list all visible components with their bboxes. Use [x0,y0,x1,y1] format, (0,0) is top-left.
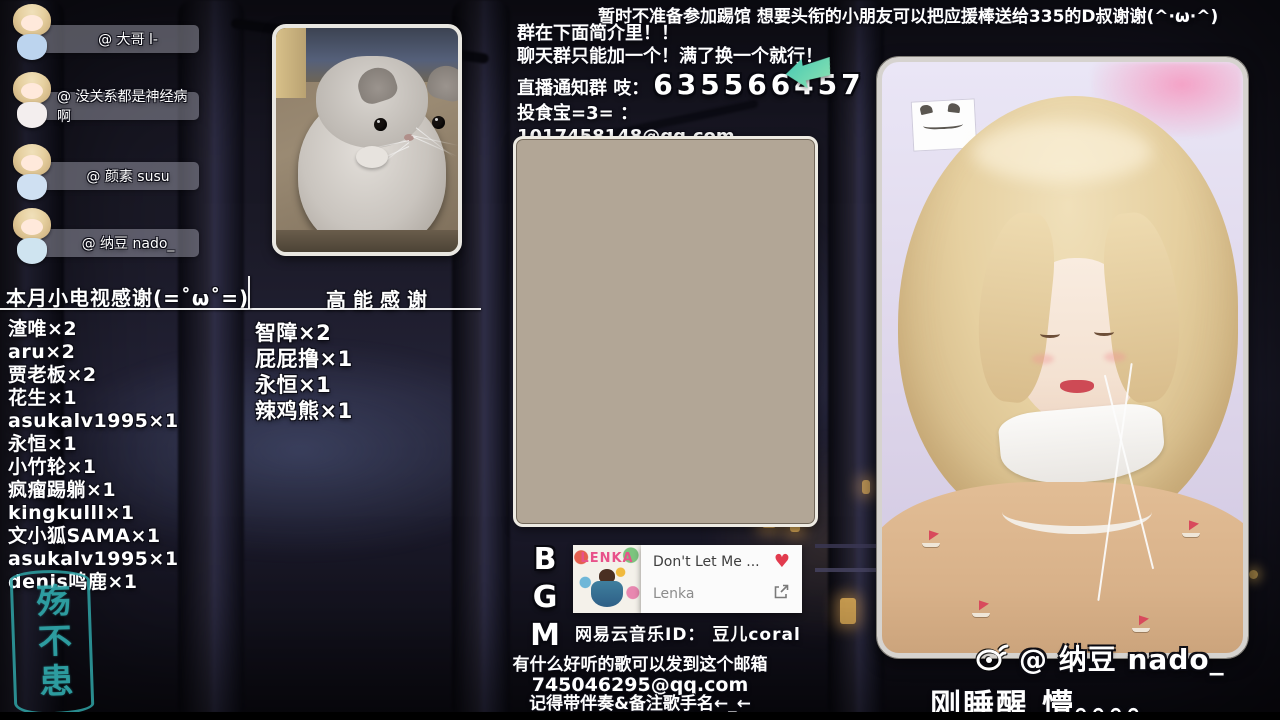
song-request-email: 745046295@qq.com [460,675,820,695]
album-art: LENKA [573,545,641,613]
fan-badge-label: @ 纳豆 nado_ [82,233,175,253]
avatar-body [17,238,47,264]
thanks-list-item: 花生×1 [8,387,179,410]
song-request-block: 有什么好听的歌可以发到这个邮箱 745046295@qq.com 记得带伴奏&备… [460,656,820,714]
chinchilla-ear [354,63,401,107]
poster-cat-ear [919,104,933,115]
stream-overlay: @ 大哥 l- @ 没关系都是神经病啊 @ 颜素 susu @ 纳豆 nado_ [0,0,1280,720]
sweater-collar [1002,490,1152,534]
photo-floor [276,230,458,252]
hair-highlight [972,122,1152,182]
poster-cat-face [923,118,963,130]
chibi-avatar [4,142,60,204]
avatar-face [21,83,43,99]
thanks-list-item: 辣鸡熊×1 [255,398,353,424]
photo-pillar [276,28,306,98]
bgm-letter: G [527,579,563,617]
sailboat-print [972,602,992,618]
sailboat-print [1132,617,1152,633]
lit-window [862,480,870,494]
blush [1104,352,1126,362]
share-icon[interactable] [773,583,790,604]
thanks-list-item: 永恒×1 [8,433,179,456]
webcam-frame [877,57,1248,658]
avatar-face [21,155,43,171]
background-railing [815,568,885,572]
thanks-list-item: 渣唯×2 [8,318,179,341]
chinchilla-paws [356,146,388,168]
song-title: Don't Let Me ... [653,554,760,570]
album-title: LENKA [573,551,641,566]
qq-group-label: 直播通知群 吱： [517,77,649,100]
lit-window [840,598,856,624]
thanks-list-item: 永恒×1 [255,372,353,398]
thanks-list-item: 屁屁撸×1 [255,346,353,372]
monthly-thanks-list: 渣唯×2aru×2贾老板×2花生×1asukalv1995×1永恒×1小竹轮×1… [8,318,179,594]
song-artist: Lenka [653,586,694,602]
thanks-list-item: asukalv1995×1 [8,410,179,433]
arrow-left-icon [784,53,835,97]
thanks-list-item: 小竹轮×1 [8,456,179,479]
album-girl-dress [591,581,623,607]
sailboat-print [1182,522,1202,538]
thanks-list-item: 贾老板×2 [8,364,179,387]
avatar-face [21,219,43,235]
sailboat-print [922,532,942,548]
monthly-thanks-title: 本月小电视感谢(=˚ω˚=) [6,282,249,311]
info-line-1: 群在下面简介里！！ [517,22,877,45]
thanks-list-item: 疯瘤踢躺×1 [8,479,179,502]
letterbox-bar [0,712,1280,720]
thanks-list-item: 文小狐SAMA×1 [8,525,179,548]
thanks-list-item: 智障×2 [255,320,353,346]
song-request-line: 有什么好听的歌可以发到这个邮箱 [460,656,820,675]
thanks-divider-vertical [248,276,250,309]
streamer-eye [1094,328,1114,336]
avatar-body [17,34,47,60]
fan-badge-label: @ 没关系都是神经病啊 [57,86,199,126]
blank-beige-panel [513,136,818,527]
now-playing-card: Don't Let Me ... ♥ Lenka [641,545,802,613]
avatar-body [17,102,47,128]
chibi-avatar [4,2,60,64]
weibo-handle: @ 纳豆 nado_ [975,638,1225,678]
chinchilla-photo [272,24,462,256]
seal-text: 殇不患 [25,582,78,704]
weibo-handle-text: @ 纳豆 nado_ [1019,638,1225,678]
thanks-list-item: kingkulll×1 [8,502,179,525]
avatar-face [21,15,43,31]
superchat-thanks-list: 智障×2屁屁撸×1永恒×1辣鸡熊×1 [255,320,353,424]
blush [1032,354,1054,364]
lantern-glow [1249,570,1258,579]
seal-watermark: 殇不患 [9,569,94,717]
heart-icon[interactable]: ♥ [774,554,790,570]
netease-music-id: 网易云音乐ID： 豆儿coral [575,620,801,645]
thanks-list-item: asukalv1995×1 [8,548,179,571]
thanks-list-item: aru×2 [8,341,179,364]
fan-badge-label: @ 颜素 susu [86,166,169,186]
poster-cat-ear [948,103,961,113]
bgm-letter: B [527,541,563,579]
info-line-4: 投食宝=3= ： [517,102,877,125]
chinchilla-eye [432,116,445,129]
fan-badge-label: @ 大哥 l- [98,29,158,49]
chinchilla-head [316,56,428,148]
bgm-letter: M [527,617,563,655]
thanks-divider-horizontal [0,308,481,310]
chibi-avatar [4,70,60,132]
chibi-avatar [4,206,60,268]
avatar-body [17,174,47,200]
streamer-eye [1040,330,1060,338]
streamer-lips [1060,380,1094,393]
chinchilla-eye [374,118,387,131]
weibo-icon [975,640,1013,676]
bgm-label: BGM [527,541,563,655]
